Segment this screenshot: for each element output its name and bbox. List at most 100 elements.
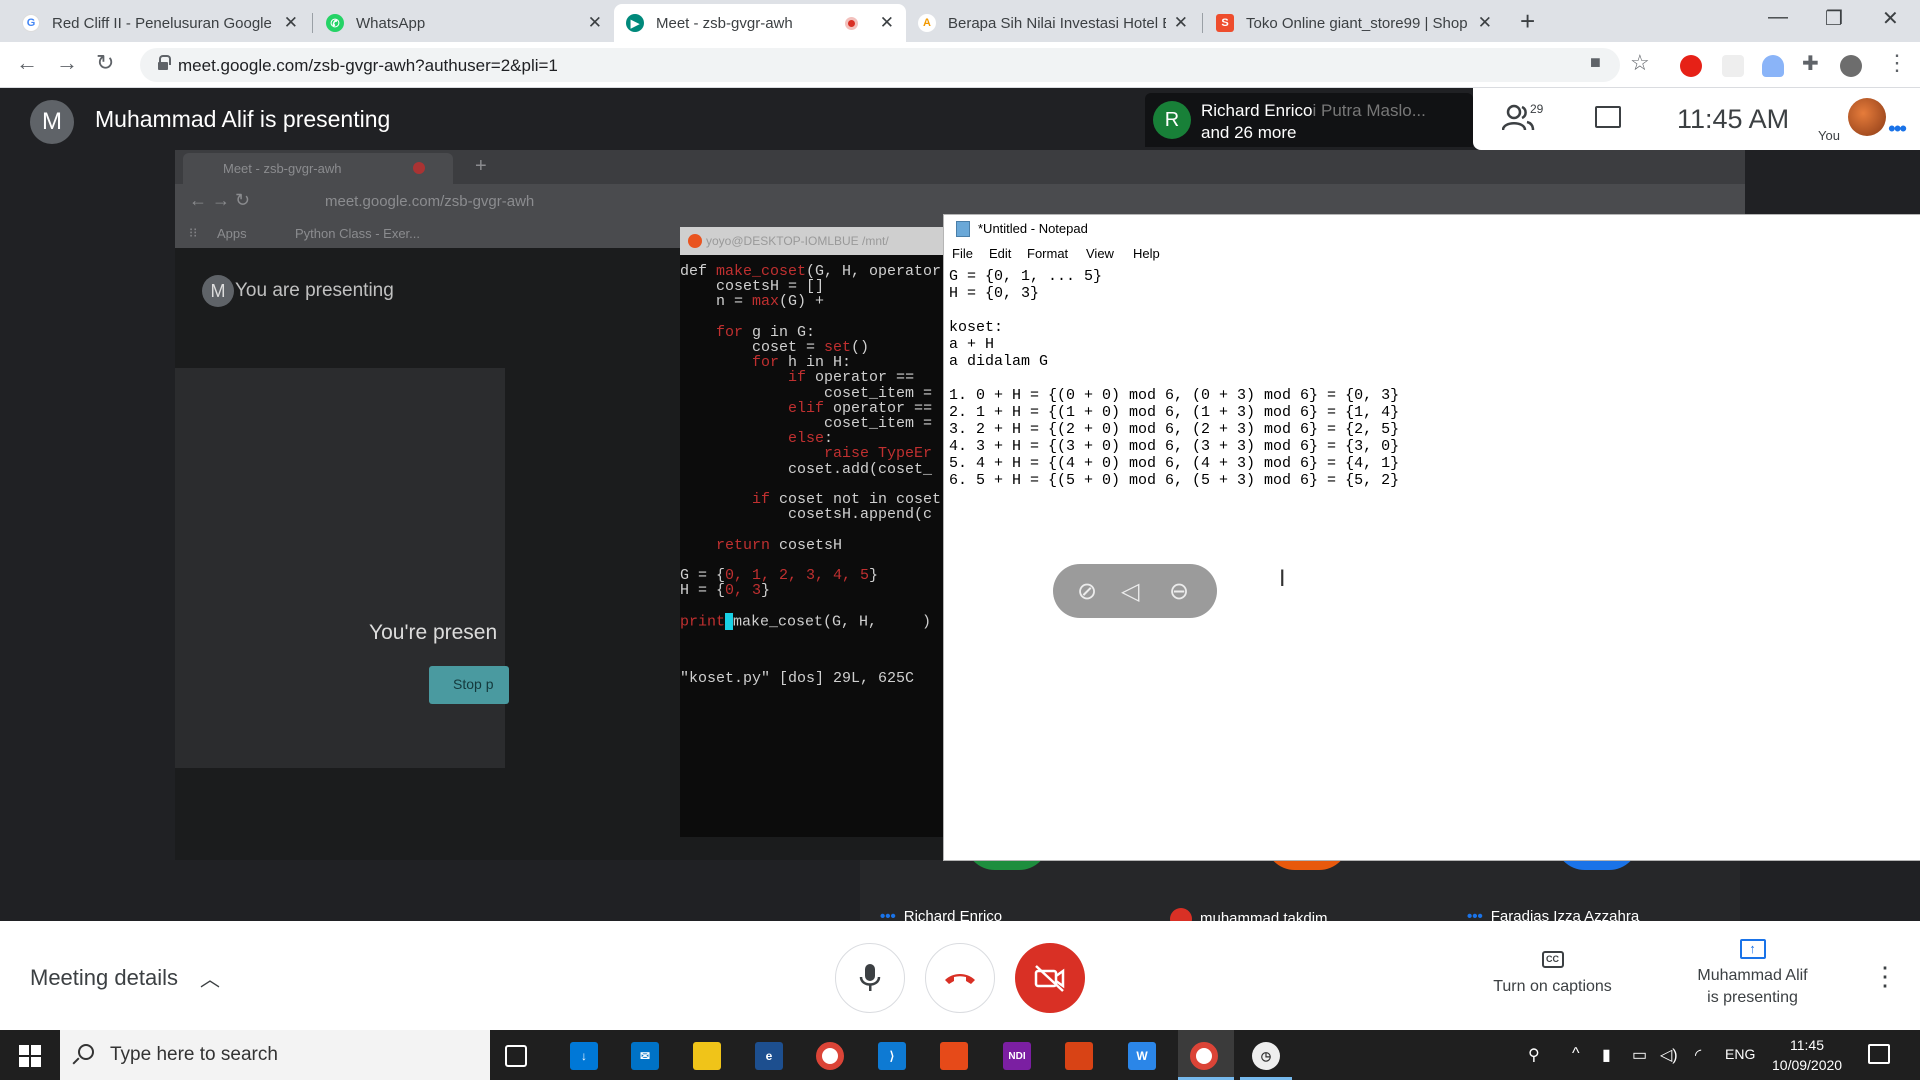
omnibox[interactable]: meet.google.com/zsb-gvgr-awh?authuser=2&… bbox=[140, 48, 1620, 82]
tab-shopee[interactable]: S Toko Online giant_store99 | Shop ✕ bbox=[1204, 4, 1504, 42]
presenter-avatar: M bbox=[30, 100, 74, 144]
shared-presenting-card bbox=[175, 368, 505, 768]
remove-icon: ⊖ bbox=[1169, 578, 1190, 605]
language-indicator[interactable]: ENG bbox=[1725, 1046, 1755, 1062]
chevron-up-icon[interactable]: ︿ bbox=[200, 963, 220, 992]
more-options-icon[interactable]: ⋮ bbox=[1872, 961, 1898, 992]
hang-up-icon bbox=[945, 974, 975, 984]
close-tab-icon[interactable]: ✕ bbox=[1478, 13, 1492, 33]
tab-title: WhatsApp bbox=[356, 14, 426, 32]
microphone-tray-icon[interactable]: ▮ bbox=[1602, 1045, 1611, 1065]
apps-grid-icon: ⁝⁝ bbox=[189, 225, 198, 240]
minimize-icon[interactable]: — bbox=[1768, 6, 1788, 29]
bookmark-star-icon[interactable]: ☆ bbox=[1630, 50, 1650, 76]
participants-chip[interactable]: R Richard Enricoi Putra Maslo... and 26 … bbox=[1145, 93, 1473, 147]
tab-red-cliff[interactable]: G Red Cliff II - Penelusuran Google ✕ bbox=[10, 4, 310, 42]
notepad-icon bbox=[956, 221, 970, 237]
volume-icon[interactable]: ◁) bbox=[1660, 1045, 1678, 1065]
captions-button[interactable]: CC Turn on captions bbox=[1480, 949, 1625, 996]
tab-meet[interactable]: ▶ Meet - zsb-gvgr-awh ✕ bbox=[614, 4, 906, 42]
back-icon[interactable]: ← bbox=[16, 50, 38, 76]
meet-clock: 11:45 AM bbox=[1677, 104, 1790, 134]
shared-url: meet.google.com/zsb-gvgr-awh bbox=[325, 193, 535, 210]
participant-tile-name: muhammad takdim bbox=[1170, 908, 1328, 921]
task-view-icon[interactable] bbox=[505, 1045, 527, 1067]
taskbar-search-box[interactable]: Type here to search bbox=[60, 1030, 490, 1080]
close-window-icon[interactable]: ✕ bbox=[1882, 6, 1899, 31]
app-blue-icon[interactable]: e bbox=[755, 1042, 783, 1070]
close-tab-icon[interactable]: ✕ bbox=[880, 13, 894, 33]
camera-permission-icon[interactable]: ■ bbox=[1590, 52, 1601, 73]
reload-icon[interactable]: ↻ bbox=[96, 50, 114, 76]
you-are-presenting-text: You are presenting bbox=[235, 280, 394, 301]
terminal-status: "koset.py" [dos] 29L, 625C bbox=[680, 670, 915, 687]
wifi-icon[interactable]: ◜ bbox=[1695, 1045, 1701, 1065]
close-tab-icon[interactable]: ✕ bbox=[284, 13, 298, 33]
extension-cloud-icon[interactable] bbox=[1762, 55, 1784, 77]
close-tab-icon[interactable]: ✕ bbox=[1174, 13, 1188, 33]
captions-icon: CC bbox=[1541, 951, 1564, 968]
self-options-dots-icon[interactable]: ••• bbox=[1888, 116, 1907, 142]
speaking-dots-icon: ••• bbox=[880, 908, 896, 921]
tab-title: Toko Online giant_store99 | Shop bbox=[1246, 14, 1468, 32]
participant-avatar: R bbox=[1153, 101, 1191, 139]
wps-icon[interactable]: W bbox=[1128, 1042, 1156, 1070]
chat-icon[interactable] bbox=[1595, 106, 1621, 128]
mute-off-icon: ◁ bbox=[1121, 578, 1140, 605]
microphone-icon bbox=[859, 964, 881, 991]
participant-name-faded: i Putra Maslo... bbox=[1312, 101, 1426, 120]
presenting-label-line1: Muhammad Alif bbox=[1697, 967, 1808, 984]
office-icon[interactable] bbox=[940, 1042, 968, 1070]
system-clock[interactable]: 11:45 10/09/2020 bbox=[1772, 1035, 1842, 1075]
youre-presenting-heading: You're presen bbox=[369, 621, 498, 644]
speaking-dots-icon: ••• bbox=[1467, 908, 1483, 921]
battery-icon[interactable]: ▭ bbox=[1632, 1045, 1647, 1065]
people-tray-icon[interactable]: ⚲ bbox=[1528, 1045, 1540, 1065]
meet-bottom-bar: Meeting details ︿ CC Turn on captions ↑ … bbox=[0, 921, 1920, 1030]
ndi-icon[interactable]: NDI bbox=[1003, 1042, 1031, 1070]
bookmark-apps: Apps bbox=[217, 226, 247, 241]
mail-icon[interactable]: ✉ bbox=[631, 1042, 659, 1070]
terminal-code-line: coset.add(coset_ bbox=[680, 460, 933, 478]
microphone-button[interactable] bbox=[835, 943, 905, 1013]
forward-icon[interactable]: → bbox=[56, 50, 78, 76]
tab-whatsapp[interactable]: ✆ WhatsApp ✕ bbox=[314, 4, 614, 42]
notifications-icon[interactable] bbox=[1868, 1044, 1890, 1064]
address-bar-row: ← → ↻ meet.google.com/zsb-gvgr-awh?authu… bbox=[0, 42, 1920, 88]
menu-edit: Edit bbox=[989, 246, 1012, 261]
present-screen-icon: ↑ bbox=[1739, 939, 1766, 959]
powerpoint-icon[interactable] bbox=[1065, 1042, 1093, 1070]
installer-icon[interactable]: ↓ bbox=[570, 1042, 598, 1070]
notepad-title: *Untitled - Notepad bbox=[978, 221, 1088, 236]
new-tab-button[interactable]: + bbox=[1520, 6, 1535, 37]
extension-record-icon[interactable] bbox=[1680, 55, 1702, 77]
floating-presenter-controls: ⊘ ◁ ⊖ bbox=[1053, 564, 1217, 618]
close-tab-icon[interactable]: ✕ bbox=[588, 13, 602, 33]
shared-tab-strip: Meet - zsb-gvgr-awh + bbox=[175, 150, 1745, 184]
self-avatar[interactable] bbox=[1848, 98, 1886, 136]
presenter-title: Muhammad Alif is presenting bbox=[95, 106, 391, 132]
recording-indicator-icon bbox=[844, 16, 858, 30]
restore-icon[interactable]: ❐ bbox=[1825, 6, 1843, 31]
chrome-icon[interactable] bbox=[816, 1042, 844, 1070]
extensions-puzzle-icon[interactable]: ✚ bbox=[1802, 51, 1819, 76]
file-explorer-icon[interactable] bbox=[693, 1042, 721, 1070]
show-hidden-icons-icon[interactable]: ^ bbox=[1572, 1045, 1580, 1063]
chrome-menu-icon[interactable]: ⋮ bbox=[1886, 50, 1908, 76]
camera-toggle-button[interactable] bbox=[1015, 943, 1085, 1013]
vscode-icon[interactable]: ⟩ bbox=[878, 1042, 906, 1070]
profile-avatar[interactable] bbox=[1840, 55, 1862, 77]
participant-name: Richard Enricoi Putra Maslo... bbox=[1201, 101, 1426, 121]
you-label: You bbox=[1818, 128, 1840, 143]
tab-hotel[interactable]: A Berapa Sih Nilai Investasi Hotel B ✕ bbox=[906, 4, 1200, 42]
meet-top-bar: M Muhammad Alif is presenting R Richard … bbox=[0, 88, 1920, 150]
windows-start-icon[interactable] bbox=[19, 1045, 41, 1067]
leave-call-button[interactable] bbox=[925, 943, 995, 1013]
clock-app-icon[interactable]: ◷ bbox=[1252, 1042, 1280, 1070]
lock-icon bbox=[158, 55, 171, 70]
presenting-status-button[interactable]: ↑ Muhammad Alif is presenting bbox=[1680, 939, 1825, 1009]
meeting-details-button[interactable]: Meeting details bbox=[30, 965, 178, 991]
shared-avatar: M bbox=[202, 275, 234, 307]
extension-blank-icon[interactable] bbox=[1722, 55, 1744, 77]
chrome-active-icon[interactable] bbox=[1190, 1042, 1218, 1070]
